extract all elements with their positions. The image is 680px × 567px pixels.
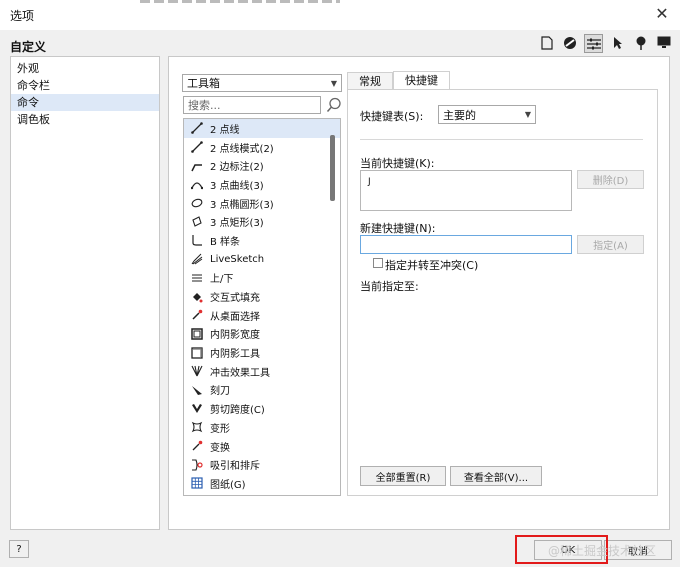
conflict-checkbox[interactable] [373, 258, 383, 268]
shortcut-table-dropdown[interactable]: 主要的 ▼ [438, 105, 536, 124]
view-all-button[interactable]: 查看全部(V)... [450, 466, 542, 486]
options-tree: 外观 命令栏 命令 调色板 [10, 56, 160, 530]
list-item[interactable]: 2 边标注(2) [184, 156, 340, 175]
monitor-icon[interactable] [655, 34, 672, 51]
knife-icon [190, 383, 204, 397]
list-item[interactable]: 刻刀 [184, 381, 340, 400]
tree-item-palettes[interactable]: 调色板 [11, 111, 159, 128]
sliders-icon[interactable] [584, 34, 603, 53]
reset-all-button[interactable]: 全部重置(R) [360, 466, 446, 486]
close-button[interactable]: ✕ [652, 4, 672, 24]
assigned-to-label: 当前指定至: [360, 280, 419, 293]
eyedropper-icon [190, 308, 204, 322]
chevron-down-icon: ▼ [330, 79, 337, 88]
list-item[interactable]: LiveSketch [184, 250, 340, 269]
assign-button[interactable]: 指定(A) [577, 235, 644, 254]
list-item[interactable]: 从桌面选择 [184, 306, 340, 325]
impact-effect-icon [190, 364, 204, 378]
list-item[interactable]: 内阴影宽度 [184, 325, 340, 344]
tree-item-appearance[interactable]: 外观 [11, 60, 159, 77]
list-item[interactable]: 变换 [184, 437, 340, 456]
attract-repel-icon [190, 458, 204, 472]
tab-bar: 常规 快捷键 [347, 71, 450, 90]
current-shortcut-box[interactable]: J [360, 170, 572, 211]
list-item[interactable]: 3 点椭圆形(3) [184, 194, 340, 213]
options-toolbar [538, 34, 672, 54]
list-item[interactable]: 剪切跨度(C) [184, 399, 340, 418]
page-icon[interactable] [538, 34, 555, 51]
interactive-fill-icon [190, 290, 204, 304]
tab-general[interactable]: 常规 [347, 72, 393, 90]
list-item[interactable]: 内阴影工具 [184, 343, 340, 362]
three-point-curve-icon [190, 177, 204, 191]
divider [360, 139, 643, 140]
inner-shadow-width-icon [190, 327, 204, 341]
search-input[interactable] [183, 96, 321, 114]
help-button[interactable]: ? [9, 540, 29, 558]
category-dropdown-value: 工具箱 [187, 77, 220, 90]
b-spline-icon [190, 233, 204, 247]
transform-icon [190, 439, 204, 453]
up-down-icon [190, 271, 204, 285]
two-point-line-icon [190, 121, 204, 135]
current-shortcut-label: 当前快捷键(K): [360, 157, 435, 170]
cursor-icon[interactable] [609, 34, 626, 51]
list-item[interactable]: 3 点曲线(3) [184, 175, 340, 194]
shortcut-table-label: 快捷键表(S): [360, 110, 424, 123]
list-item[interactable]: 3 点矩形(3) [184, 212, 340, 231]
tree-item-command-bars[interactable]: 命令栏 [11, 77, 159, 94]
list-item[interactable]: 冲击效果工具 [184, 362, 340, 381]
tab-shortcut-keys[interactable]: 快捷键 [393, 71, 450, 90]
list-item[interactable]: 2 点线模式(2) [184, 138, 340, 157]
section-title: 自定义 [10, 40, 47, 54]
palette-icon[interactable] [561, 34, 578, 51]
list-item[interactable]: 上/下 [184, 269, 340, 288]
pin-icon[interactable] [632, 34, 649, 51]
current-shortcut-value: J [368, 177, 371, 187]
shortcut-table-value: 主要的 [443, 108, 476, 122]
conflict-checkbox-label[interactable]: 指定并转至冲突(C) [385, 257, 478, 273]
category-dropdown[interactable]: 工具箱 ▼ [182, 74, 342, 92]
list-item[interactable]: 图纸(G) [184, 474, 340, 493]
two-point-line-mode-icon [190, 140, 204, 154]
two-segment-callout-icon [190, 159, 204, 173]
list-item[interactable]: 2 点线 [184, 119, 340, 138]
inner-shadow-tool-icon [190, 346, 204, 360]
watermark: @稀土掘金技术社区 [548, 544, 657, 558]
cut-span-icon [190, 402, 204, 416]
title-bar [0, 0, 680, 30]
tree-item-commands[interactable]: 命令 [11, 94, 159, 111]
list-item[interactable]: B 样条 [184, 231, 340, 250]
command-list-scrollbar[interactable] [330, 135, 335, 201]
window-title: 选项 [10, 9, 35, 23]
graph-paper-icon [190, 476, 204, 490]
three-point-rectangle-icon [190, 215, 204, 229]
livesketch-icon [190, 252, 204, 266]
window-top-edge [140, 0, 340, 3]
chevron-down-icon: ▼ [524, 110, 531, 119]
command-list[interactable]: 2 点线 2 点线模式(2) 2 边标注(2) 3 点曲线(3) 3 点椭圆形(… [183, 118, 341, 496]
list-item[interactable]: 交互式填充 [184, 287, 340, 306]
list-item[interactable]: 变形 [184, 418, 340, 437]
three-point-ellipse-icon [190, 196, 204, 210]
search-icon[interactable] [326, 97, 342, 113]
distort-icon [190, 420, 204, 434]
new-shortcut-input[interactable] [360, 235, 572, 254]
delete-button[interactable]: 删除(D) [577, 170, 644, 189]
list-item[interactable]: 吸引和排斥 [184, 455, 340, 474]
new-shortcut-label: 新建快捷键(N): [360, 222, 436, 235]
